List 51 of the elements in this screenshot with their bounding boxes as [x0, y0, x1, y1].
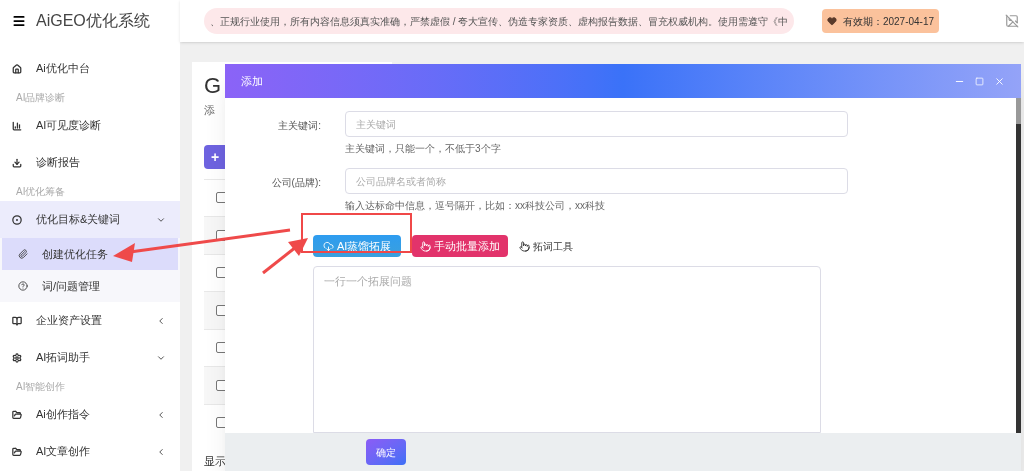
field-label: 主关键词:: [277, 119, 322, 133]
sidebar-item[interactable]: 优化目标&关键词: [0, 201, 180, 238]
page-title: G: [204, 72, 222, 100]
bar-chart-icon: [12, 120, 22, 131]
cloud-icon: [323, 240, 334, 252]
heart-icon: [826, 16, 837, 26]
target-icon: [12, 214, 22, 225]
chevron-icon: [156, 315, 166, 326]
text-field[interactable]: 主关键词: [345, 111, 848, 137]
broken-image-icon: [1005, 14, 1019, 28]
questions-textarea[interactable]: 一行一个拓展问题: [313, 266, 821, 433]
hand-icon: [519, 240, 531, 252]
notice-banner: 、正规行业使用，所有内容信息须真实准确，严禁虚假 / 夸大宣传、伪造专家资质、虚构报告数据、冒充权威机构。使用需遵守《中: [204, 8, 794, 34]
folder-icon: [12, 446, 22, 457]
add-button[interactable]: +: [204, 144, 226, 169]
page-subtitle: 添: [204, 103, 215, 118]
sidebar-item[interactable]: 诊断报告: [0, 144, 180, 181]
dialog-title: 添加: [241, 73, 264, 89]
keyword-tool-link[interactable]: 拓词工具: [519, 235, 574, 257]
app-logo: AiGEO优化系统: [36, 11, 150, 31]
validity-badge: 有效期：2027-04-17: [822, 9, 939, 33]
sidebar-item[interactable]: Ai创作指令: [0, 396, 180, 433]
sidebar-subitem[interactable]: 词/问题管理: [2, 270, 178, 302]
book-icon: [12, 315, 22, 326]
help-text: 输入达标命中信息，逗号隔开，比如：xx科技公司，xx科技: [345, 199, 606, 213]
sidebar-item[interactable]: AI拓词助手: [0, 339, 180, 376]
hand-icon: [420, 240, 432, 252]
section-label: AI优化筹备: [16, 184, 66, 199]
gear-icon: [12, 352, 22, 363]
sidebar-item[interactable]: AI可见度诊断: [0, 107, 180, 144]
download-icon: [12, 157, 22, 168]
section-label: AI智能创作: [16, 379, 66, 394]
field-label: 公司(品牌):: [270, 176, 322, 190]
sidebar-item[interactable]: AI文章创作: [0, 433, 180, 470]
sidebar-item[interactable]: Ai优化中台: [0, 50, 180, 87]
help-text: 主关键词，只能一个，不低于3个字: [345, 142, 502, 156]
confirm-button[interactable]: 确定: [366, 439, 406, 465]
folder-icon: [12, 409, 22, 420]
home-icon: [12, 63, 22, 74]
sidebar-item[interactable]: 企业资产设置: [0, 302, 180, 339]
chevron-icon: [156, 446, 166, 457]
chevron-icon: [156, 409, 166, 420]
sidebar-subitem[interactable]: 创建优化任务: [2, 238, 178, 270]
paperclip-icon: [18, 249, 28, 259]
section-label: AI品牌诊断: [16, 90, 66, 105]
batch-add-button[interactable]: 手动批量添加: [412, 235, 509, 257]
help-icon: [18, 281, 28, 291]
menu-icon[interactable]: [12, 14, 26, 28]
footer-text: 显示: [204, 453, 226, 469]
scrollbar[interactable]: [1016, 98, 1021, 433]
text-field[interactable]: 公司品牌名或者简称: [345, 168, 848, 194]
